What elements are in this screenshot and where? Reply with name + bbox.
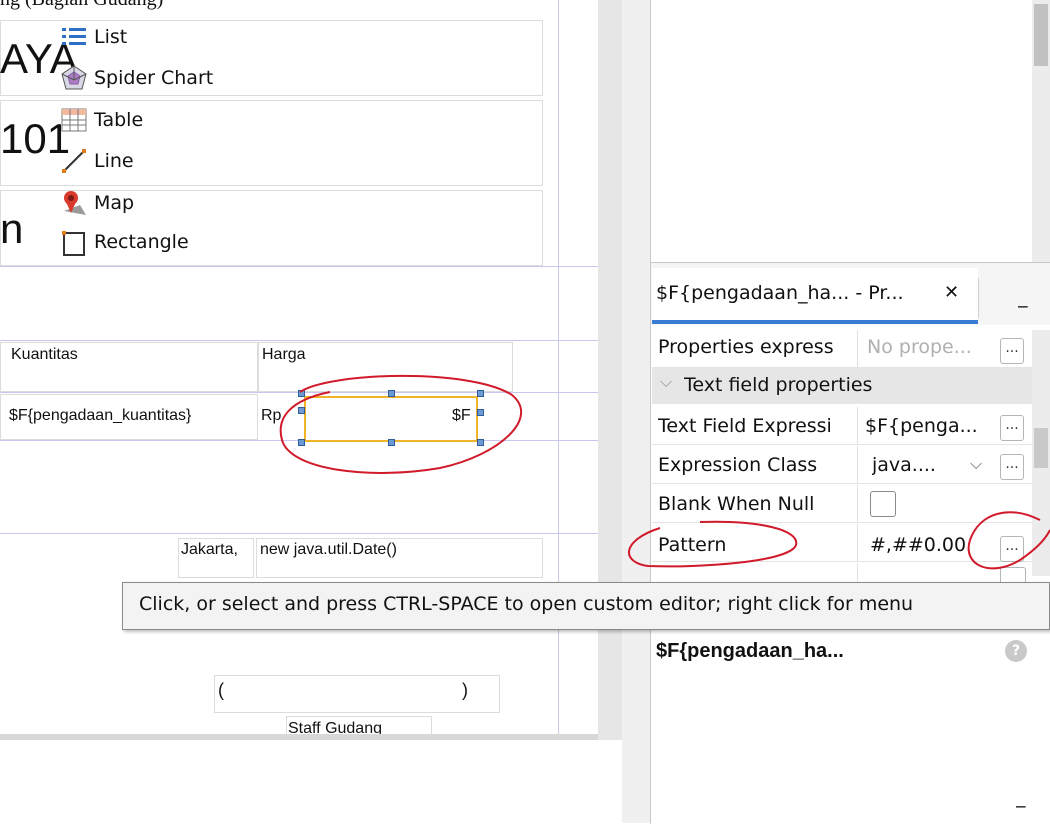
city-label: Jakarta, xyxy=(181,541,238,558)
list-icon xyxy=(60,23,88,51)
canvas-horizontal-scrollbar[interactable] xyxy=(0,734,598,740)
text-field-expression-edit-button[interactable]: ... xyxy=(1000,415,1024,441)
palette-item-table-label: Table xyxy=(94,109,144,131)
title-text-3: n xyxy=(0,205,24,252)
palette-item-rectangle[interactable]: Rectangle xyxy=(60,228,189,256)
properties-tab[interactable]: $F{pengadaan_ha... - Pr... ✕ xyxy=(652,268,978,322)
resize-handle-e[interactable] xyxy=(477,409,484,416)
section-collapse-chevron-icon: ⌵ xyxy=(660,372,673,391)
palette-item-list[interactable]: List xyxy=(60,20,127,54)
custom-editor-tooltip: Click, or select and press CTRL-SPACE to… xyxy=(122,582,1050,630)
help-icon[interactable]: ? xyxy=(1005,640,1027,662)
property-label-properties-expression: Properties express xyxy=(658,336,834,358)
properties-scroll-thumb[interactable] xyxy=(1034,428,1048,468)
expression-class-select[interactable]: java.... xyxy=(872,454,936,476)
field-harga-short: $F xyxy=(452,407,471,424)
property-label-blank-when-null: Blank When Null xyxy=(658,493,815,515)
property-column-divider xyxy=(857,524,858,562)
resize-handle-w[interactable] xyxy=(298,407,305,414)
palette-item-map-label: Map xyxy=(94,192,135,214)
section-title: Text field properties xyxy=(684,374,873,396)
spider-chart-icon xyxy=(60,64,88,92)
palette-scrollbar[interactable] xyxy=(1032,0,1050,262)
resize-handle-n[interactable] xyxy=(388,390,395,397)
properties-tab-underline xyxy=(652,320,978,324)
palette-item-list-label: List xyxy=(94,26,128,48)
property-label-expression-class: Expression Class xyxy=(658,454,818,476)
expression-class-edit-button[interactable]: ... xyxy=(1000,454,1024,480)
palette-item-map[interactable]: Map xyxy=(60,186,134,220)
signature-paren-cell[interactable] xyxy=(214,675,500,713)
pattern-edit-button[interactable]: ... xyxy=(1000,536,1024,562)
column-header-kuantitas-text: Kuantitas xyxy=(11,346,78,363)
properties-expression-edit-button[interactable]: ... xyxy=(1000,338,1024,364)
palette-panel xyxy=(650,0,1050,262)
property-row-expression-class[interactable]: Expression Class java.... ⌵ ... xyxy=(652,446,1032,484)
chevron-down-icon[interactable]: ⌵ xyxy=(970,454,982,474)
palette-item-spider-chart[interactable]: Spider Chart xyxy=(60,61,213,95)
paren-open: ( xyxy=(218,680,224,700)
properties-tab-close-icon[interactable]: ✕ xyxy=(944,282,959,303)
resize-handle-s[interactable] xyxy=(388,439,395,446)
palette-item-line-label: Line xyxy=(94,150,134,172)
property-label-pattern: Pattern xyxy=(658,534,727,556)
properties-minimize-button[interactable]: _ xyxy=(1018,286,1028,308)
line-icon xyxy=(60,147,88,175)
palette-scroll-thumb[interactable] xyxy=(1034,4,1048,66)
palette-item-table[interactable]: Table xyxy=(60,103,143,137)
property-row-properties-expression[interactable]: Properties express No prope... ... xyxy=(652,330,1032,368)
property-row-pattern[interactable]: Pattern #,##0.00 ... xyxy=(652,524,1032,562)
map-pin-icon xyxy=(60,189,88,217)
column-header-harga-text: Harga xyxy=(262,346,306,363)
band-line-1 xyxy=(0,266,598,267)
property-column-divider xyxy=(857,485,858,523)
property-column-divider xyxy=(857,563,858,583)
resize-handle-se[interactable] xyxy=(477,439,484,446)
property-value-pattern[interactable]: #,##0.00 xyxy=(870,534,966,556)
panel-divider xyxy=(622,0,650,823)
properties-tab-title: $F{pengadaan_ha... - Pr... xyxy=(656,282,904,304)
band-line-2 xyxy=(0,340,598,341)
properties-scrollbar[interactable] xyxy=(1032,330,1050,576)
property-column-divider xyxy=(857,407,858,445)
property-row-pattern-expression[interactable] xyxy=(652,563,1032,584)
property-value-text-field-expression: $F{penga... xyxy=(865,415,978,437)
palette-item-rectangle-label: Rectangle xyxy=(94,231,189,253)
paren-close: ) xyxy=(462,680,468,700)
property-column-divider xyxy=(857,446,858,484)
resize-handle-sw[interactable] xyxy=(298,439,305,446)
palette-item-spider-chart-label: Spider Chart xyxy=(94,67,214,89)
selected-element-name: $F{pengadaan_ha... xyxy=(656,640,844,662)
resize-handle-nw[interactable] xyxy=(298,390,305,397)
table-icon xyxy=(60,106,88,134)
report-header-fragment: ng (Bagian Gudang) xyxy=(0,0,163,11)
property-column-divider xyxy=(857,330,858,368)
property-value-properties-expression: No prope... xyxy=(867,336,972,358)
date-expression: new java.util.Date() xyxy=(260,541,397,558)
resize-handle-ne[interactable] xyxy=(477,390,484,397)
property-row-text-field-expression[interactable]: Text Field Expressi $F{penga... ... xyxy=(652,407,1032,445)
field-kuantitas: $F{pengadaan_kuantitas} xyxy=(9,407,192,424)
rp-label: Rp xyxy=(261,407,282,424)
rectangle-icon xyxy=(60,228,88,256)
section-text-field-properties[interactable]: ⌵ Text field properties xyxy=(652,368,1032,404)
property-row-blank-when-null[interactable]: Blank When Null xyxy=(652,485,1032,523)
properties-tab-divider xyxy=(978,278,979,318)
blank-when-null-checkbox[interactable] xyxy=(870,491,896,517)
property-label-text-field-expression: Text Field Expressi xyxy=(658,415,832,437)
bottom-minimize-button[interactable]: _ xyxy=(1016,786,1026,808)
palette-item-line[interactable]: Line xyxy=(60,144,134,178)
band-line-5 xyxy=(0,533,598,534)
